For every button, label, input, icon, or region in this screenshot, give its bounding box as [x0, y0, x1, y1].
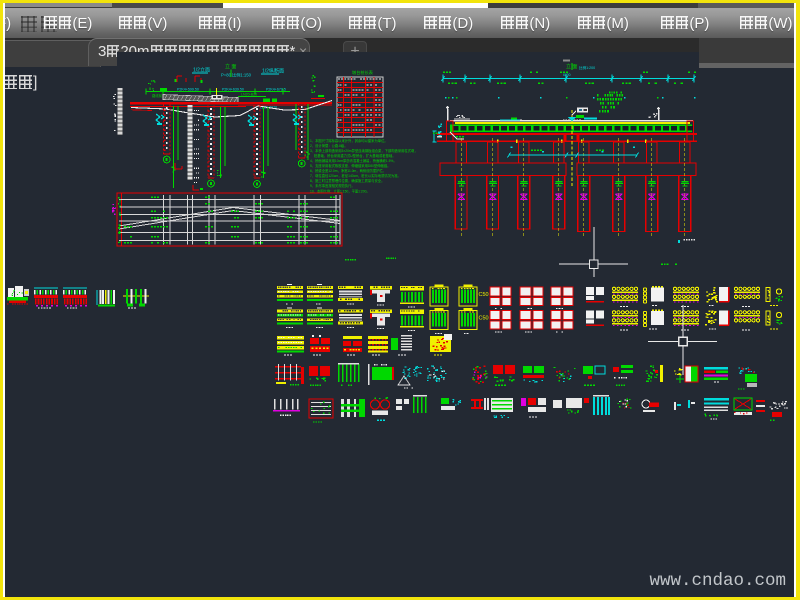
svg-text:桩基础，桥台采用重力式U型桥台，扩大基础或桩基础。: 桩基础，桥台采用重力式U型桥台，扩大基础或桩基础。 — [314, 153, 396, 158]
svg-text:C50: C50 — [479, 316, 489, 322]
svg-text:P2K4+679.5: P2K4+679.5 — [266, 88, 286, 92]
svg-text:LN20-B20: LN20-B20 — [241, 93, 257, 97]
svg-text:1/2立面: 1/2立面 — [193, 67, 210, 74]
svg-text:P=80 比例1:150: P=80 比例1:150 — [221, 72, 252, 79]
svg-text:2、设计荷载：公路-Ⅱ级。: 2、设计荷载：公路-Ⅱ级。 — [310, 143, 348, 148]
svg-text:比例1:200: 比例1:200 — [579, 65, 595, 70]
svg-text:4、桥面铺装采用10cm厚沥青混凝土铺装，桥面横坡1.5%。: 4、桥面铺装采用10cm厚沥青混凝土铺装，桥面横坡1.5%。 — [310, 158, 397, 163]
svg-text:墩台桩长表: 墩台桩长表 — [352, 69, 374, 76]
svg-text:3、本桥上部构造采用3×20m异型连续钢板组合梁，下部构造采: 3、本桥上部构造采用3×20m异型连续钢板组合梁，下部构造采用柱式墩， — [310, 148, 418, 153]
svg-text:P2K4+599.50: P2K4+599.50 — [177, 88, 199, 92]
svg-text:P2K4+639.50: P2K4+639.50 — [222, 88, 244, 92]
svg-text:5、支座采用板式橡胶支座，伸缩缝采用D80型伸缩缝。: 5、支座采用板式橡胶支座，伸缩缝采用D80型伸缩缝。 — [310, 163, 390, 168]
svg-text:8、施工时注意预埋件位置，确保施工质量与安全。: 8、施工时注意预埋件位置，确保施工质量与安全。 — [310, 178, 384, 183]
svg-text:9、未尽事宜按相关规范执行。: 9、未尽事宜按相关规范执行。 — [310, 183, 355, 188]
svg-text:6、桥梁全宽12.0m，净宽11.0m，两侧设防撞护栏。: 6、桥梁全宽12.0m，净宽11.0m，两侧设防撞护栏。 — [310, 168, 386, 173]
svg-text:7、墩柱直径120cm，桩径140cm，桩长以实际地质情况为: 7、墩柱直径120cm，桩径140cm，桩长以实际地质情况为准。 — [310, 173, 401, 178]
svg-text:立 面: 立 面 — [225, 63, 236, 70]
svg-text:C50: C50 — [479, 292, 489, 298]
svg-text:1、本图尺寸除标高以米计外，其余均以厘米为单位。: 1、本图尺寸除标高以米计外，其余均以厘米为单位。 — [310, 138, 388, 143]
svg-text:1/2纵断面: 1/2纵断面 — [262, 68, 284, 75]
svg-text:6000: 6000 — [563, 73, 571, 77]
